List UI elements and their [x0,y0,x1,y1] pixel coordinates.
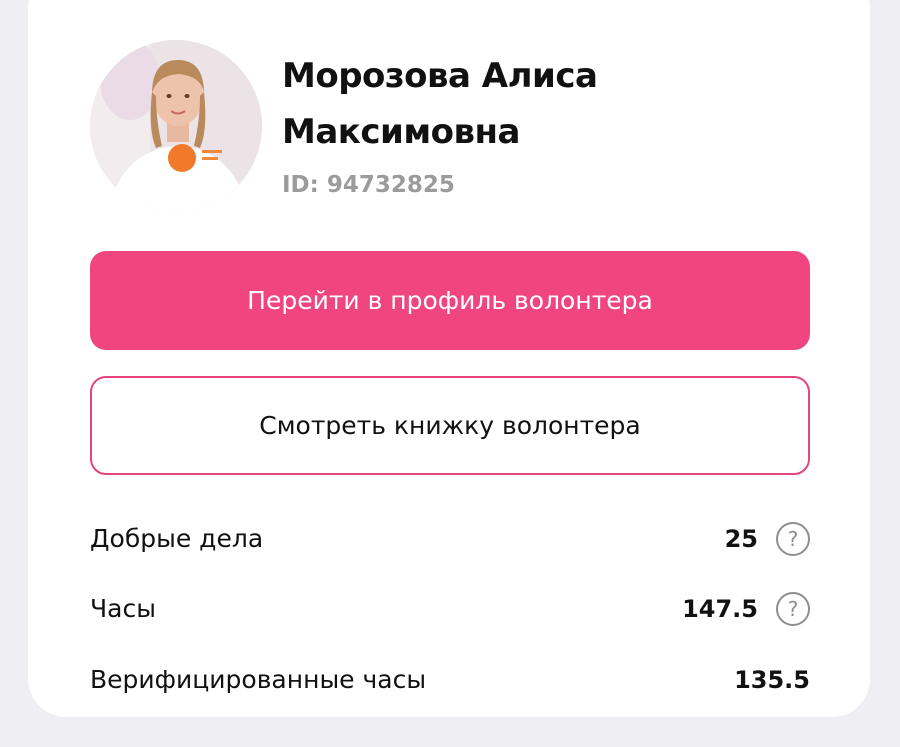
go-to-profile-button[interactable]: Перейти в профиль волонтера [90,251,810,350]
stat-value-hours: 147.5 [682,595,758,623]
volunteer-id: ID: 94732825 [282,172,455,198]
stat-row-verified-hours: Верифицированные часы 135.5 [90,660,810,700]
question-circle-icon[interactable]: ? [776,592,810,626]
stat-value-verified-hours: 135.5 [734,666,810,694]
volunteer-name: Морозова Алиса Максимовна [282,48,782,160]
stat-label-verified-hours: Верифицированные часы [90,665,427,694]
avatar [90,40,262,212]
stat-row-hours: Часы 147.5 ? [90,589,810,629]
name-line-2: Максимовна [282,112,520,152]
stat-row-good-deeds: Добрые дела 25 ? [90,519,810,559]
question-circle-icon[interactable]: ? [776,522,810,556]
stat-label-good-deeds: Добрые дела [90,524,264,553]
avatar-photo [90,40,262,212]
view-volunteer-book-button[interactable]: Смотреть книжку волонтера [90,376,810,475]
name-line-1: Морозова Алиса [282,56,598,96]
stat-value-good-deeds: 25 [724,525,758,553]
stat-label-hours: Часы [90,594,156,623]
